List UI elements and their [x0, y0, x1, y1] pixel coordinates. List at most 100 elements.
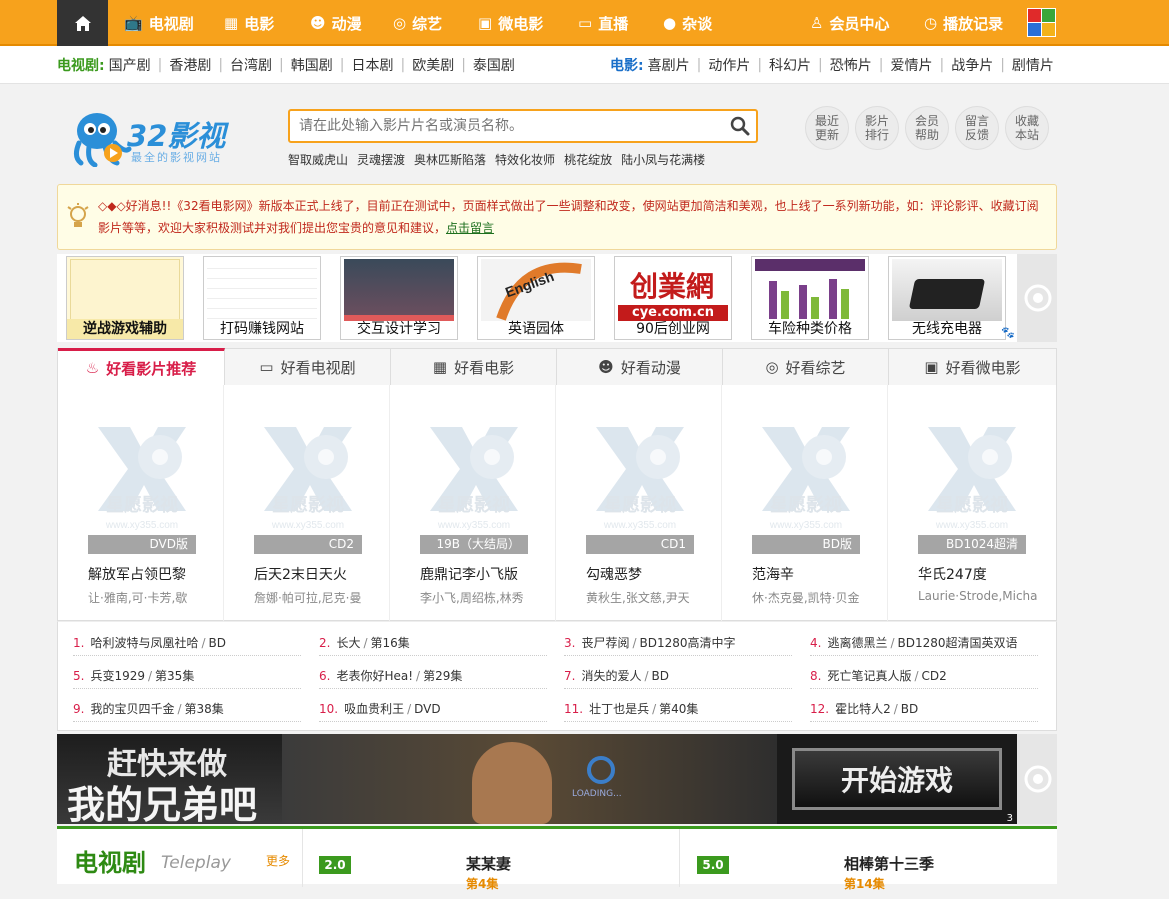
windows-logo-icon[interactable]: [1027, 8, 1056, 37]
rank-title[interactable]: 霍比特人2: [835, 702, 891, 716]
ranking-item[interactable]: 3. 丧尸荐阅 / BD1280高清中字: [564, 630, 792, 656]
ranking-item[interactable]: 8. 死亡笔记真人版 / CD2: [810, 663, 1038, 689]
tab-variety[interactable]: ◎ 好看综艺: [723, 349, 889, 385]
teleplay-title[interactable]: 相棒第十三季: [844, 853, 934, 874]
ad-sidebar[interactable]: [1017, 254, 1057, 342]
nav-variety[interactable]: ◎ 综艺: [393, 0, 442, 46]
recent-updates-button[interactable]: 最近 更新: [805, 106, 849, 150]
ranking-item[interactable]: 4. 逃离德黑兰 / BD1280超清国英双语: [810, 630, 1038, 656]
ranking-item[interactable]: 6. 老表你好Hea! / 第29集: [319, 663, 547, 689]
tv-category-link[interactable]: 国产剧: [109, 55, 151, 75]
tv-category-link[interactable]: 日本剧: [351, 55, 393, 75]
hot-word-link[interactable]: 奥林匹斯陷落: [414, 151, 486, 168]
game-banner[interactable]: 赶快来做 我的兄弟吧 LOADING... 开始游戏 3: [57, 734, 1017, 824]
hot-word-link[interactable]: 陆小凤与花满楼: [621, 151, 705, 168]
movie-card[interactable]: 星愿影视 www.xy355.com CD1 勾魂恶梦 黄秋生,张文慈,尹天: [556, 385, 722, 621]
nav-micro-film[interactable]: ▣ 微电影: [478, 0, 543, 46]
hot-word-link[interactable]: 桃花绽放: [564, 151, 612, 168]
movie-category-link[interactable]: 恐怖片: [830, 55, 872, 75]
nav-tv[interactable]: 📺 电视剧: [124, 0, 194, 46]
tab-tv[interactable]: ▭ 好看电视剧: [225, 349, 391, 385]
rank-title[interactable]: 死亡笔记真人版: [827, 669, 911, 683]
bookmark-button[interactable]: 收藏 本站: [1005, 106, 1049, 150]
rank-title[interactable]: 吸血贵利王: [344, 702, 404, 716]
search-icon[interactable]: [730, 116, 750, 136]
poster-placeholder-icon[interactable]: 星愿影视 www.xy355.com: [254, 419, 362, 539]
ranking-item[interactable]: 1. 哈利波特与凤凰社哈 / BD: [73, 630, 301, 656]
more-link[interactable]: 更多: [266, 852, 290, 869]
hot-word-link[interactable]: 特效化妆师: [495, 151, 555, 168]
ad-tile[interactable]: 打码赚钱网站: [203, 256, 321, 340]
leave-message-link[interactable]: 点击留言: [446, 221, 494, 235]
movie-category-link[interactable]: 喜剧片: [648, 55, 690, 75]
movie-category-link[interactable]: 动作片: [708, 55, 750, 75]
rank-title[interactable]: 兵变1929: [90, 669, 145, 683]
movie-title[interactable]: 华氏247度: [918, 564, 987, 584]
movie-card[interactable]: 星愿影视 www.xy355.com DVD版 解放军占领巴黎 让·雅南,可·卡芳,歇: [58, 385, 224, 621]
tv-category-link[interactable]: 香港剧: [169, 55, 211, 75]
movie-card[interactable]: 星愿影视 www.xy355.com 19B（大结局） 鹿鼎记李小飞版 李小飞,周绍栋,…: [390, 385, 556, 621]
movie-category-link[interactable]: 科幻片: [769, 55, 811, 75]
ranking-item[interactable]: 10. 吸血贵利王 / DVD: [319, 696, 547, 722]
rank-title[interactable]: 老表你好Hea!: [336, 669, 413, 683]
ad-tile[interactable]: 无线充电器: [888, 256, 1006, 340]
movie-card[interactable]: 星愿影视 www.xy355.com CD2 后天2末日天火 詹娜·帕可拉,尼克·曼: [224, 385, 390, 621]
movie-card[interactable]: 星愿影视 www.xy355.com BD版 范海辛 休·杰克曼,凯特·贝金: [722, 385, 888, 621]
ranking-item[interactable]: 9. 我的宝贝四千金 / 第38集: [73, 696, 301, 722]
member-help-button[interactable]: 会员 帮助: [905, 106, 949, 150]
rank-title[interactable]: 消失的爱人: [581, 669, 641, 683]
poster-placeholder-icon[interactable]: 星愿影视 www.xy355.com: [88, 419, 196, 539]
rank-title[interactable]: 我的宝贝四千金: [90, 702, 174, 716]
movie-title[interactable]: 后天2末日天火: [254, 564, 347, 584]
feedback-button[interactable]: 留言 反馈: [955, 106, 999, 150]
rank-title[interactable]: 壮丁也是兵: [589, 702, 649, 716]
nav-anime[interactable]: ☻ 动漫: [310, 0, 362, 46]
ad-tile[interactable]: English 英语园体: [477, 256, 595, 340]
ranking-item[interactable]: 7. 消失的爱人 / BD: [564, 663, 792, 689]
ranking-item[interactable]: 11. 壮丁也是兵 / 第40集: [564, 696, 792, 722]
movie-title[interactable]: 范海辛: [752, 564, 794, 584]
teleplay-card[interactable]: 5.0 相棒第十三季 第14集: [697, 829, 1037, 891]
poster-placeholder-icon[interactable]: 星愿影视 www.xy355.com: [586, 419, 694, 539]
poster-placeholder-icon[interactable]: 星愿影视 www.xy355.com: [752, 419, 860, 539]
ranking-item[interactable]: 2. 长大 / 第16集: [319, 630, 547, 656]
member-center-link[interactable]: ♙ 会员中心: [810, 0, 889, 46]
ad-tile[interactable]: 交互设计学习: [340, 256, 458, 340]
nav-chat[interactable]: ● 杂谈: [663, 0, 712, 46]
poster-placeholder-icon[interactable]: 星愿影视 www.xy355.com: [918, 419, 1026, 539]
teleplay-title[interactable]: 某某妻: [466, 853, 511, 874]
teleplay-card[interactable]: 2.0 某某妻 第4集: [319, 829, 659, 891]
rank-title[interactable]: 长大: [336, 636, 360, 650]
movie-category-link[interactable]: 爱情片: [890, 55, 932, 75]
home-button[interactable]: [57, 0, 108, 46]
tv-category-link[interactable]: 泰国剧: [473, 55, 515, 75]
movie-category-link[interactable]: 剧情片: [1012, 55, 1054, 75]
rank-title[interactable]: 哈利波特与凤凰社哈: [90, 636, 198, 650]
tab-movie[interactable]: ▦ 好看电影: [391, 349, 557, 385]
ad-tile[interactable]: 逆战游戏辅助: [66, 256, 184, 340]
ad-tile[interactable]: 车险种类价格: [751, 256, 869, 340]
nav-movie[interactable]: ▦ 电影: [224, 0, 274, 46]
play-history-link[interactable]: ◷ 播放记录: [924, 0, 1003, 46]
movie-title[interactable]: 勾魂恶梦: [586, 564, 642, 584]
start-game-button[interactable]: 开始游戏: [792, 748, 1002, 810]
rank-title[interactable]: 逃离德黑兰: [827, 636, 887, 650]
tab-micro-film[interactable]: ▣ 好看微电影: [889, 349, 1056, 385]
ad-tile[interactable]: 创業網 cye.com.cn 90后创业网: [614, 256, 732, 340]
tv-category-link[interactable]: 台湾剧: [230, 55, 272, 75]
rank-title[interactable]: 丧尸荐阅: [581, 636, 629, 650]
search-input[interactable]: [290, 111, 710, 141]
tab-anime[interactable]: ☻ 好看动漫: [557, 349, 723, 385]
banner-sidebar[interactable]: [1017, 734, 1057, 824]
movie-category-link[interactable]: 战争片: [951, 55, 993, 75]
tab-recommended[interactable]: ♨ 好看影片推荐: [58, 348, 225, 385]
tv-category-link[interactable]: 韩国剧: [291, 55, 333, 75]
nav-live[interactable]: ▭ 直播: [578, 0, 628, 46]
movie-card[interactable]: 星愿影视 www.xy355.com BD1024超清 华氏247度 Laurie·St…: [888, 385, 1054, 621]
ranking-item[interactable]: 5. 兵变1929/第35集: [73, 663, 301, 689]
movie-title[interactable]: 鹿鼎记李小飞版: [420, 564, 518, 584]
movie-title[interactable]: 解放军占领巴黎: [88, 564, 186, 584]
hot-word-link[interactable]: 灵魂摆渡: [357, 151, 405, 168]
poster-placeholder-icon[interactable]: 星愿影视 www.xy355.com: [420, 419, 528, 539]
hot-word-link[interactable]: 智取威虎山: [288, 151, 348, 168]
